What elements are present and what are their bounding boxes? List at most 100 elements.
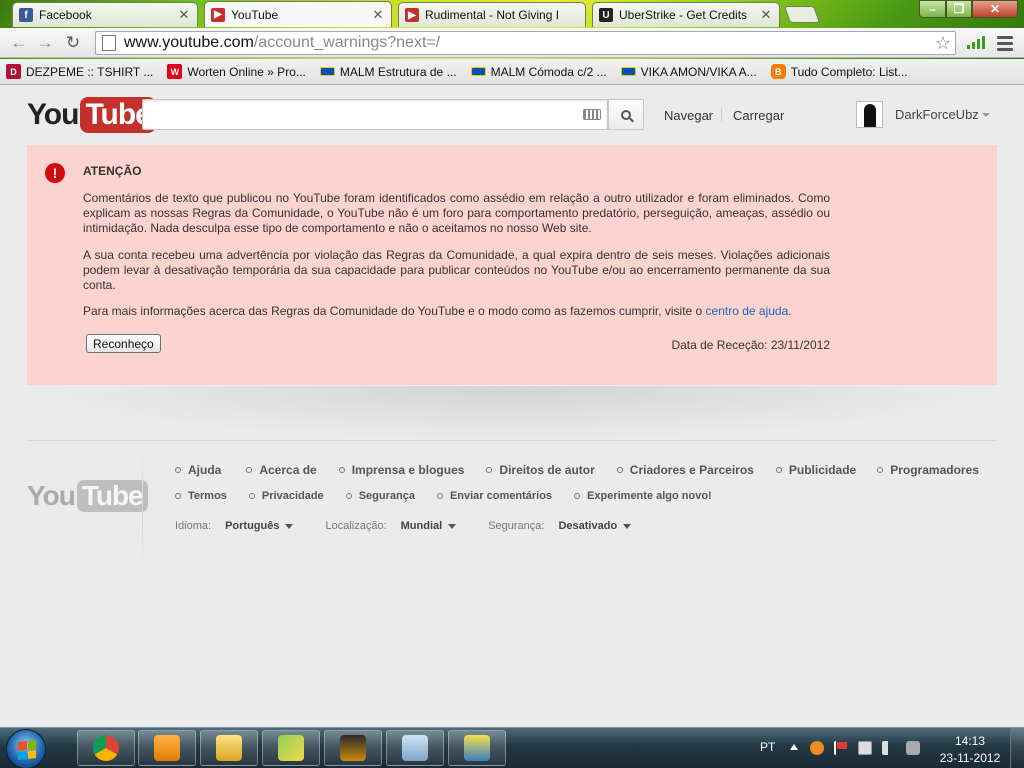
bookmark-malm-comoda[interactable]: MALM Cómoda c/2 ... bbox=[470, 65, 607, 79]
tab-uberstrike[interactable]: U UberStrike - Get Credits ✕ bbox=[592, 2, 780, 27]
device-icon[interactable] bbox=[906, 741, 920, 755]
nav-upload[interactable]: Carregar bbox=[733, 108, 784, 123]
browser-toolbar: ← → ↻ www.youtube.com/account_warnings?n… bbox=[0, 28, 1024, 58]
chevron-down-icon[interactable] bbox=[285, 523, 294, 529]
help-center-link[interactable]: centro de ajuda bbox=[706, 304, 789, 318]
tab-youtube[interactable]: ▶ YouTube ✕ bbox=[204, 1, 392, 27]
chrome-icon bbox=[93, 735, 119, 761]
facebook-icon: f bbox=[19, 8, 33, 22]
warning-paragraph-1: Comentários de texto que publicou no You… bbox=[83, 191, 830, 235]
footer-link-privacy[interactable]: Privacidade bbox=[249, 490, 324, 502]
minimize-icon[interactable]: – bbox=[919, 0, 946, 18]
dezpeme-icon: D bbox=[6, 64, 21, 79]
menu-icon[interactable] bbox=[997, 36, 1013, 54]
taskbar-windows-explorer[interactable] bbox=[262, 730, 320, 766]
taskbar-media-player[interactable] bbox=[138, 730, 196, 766]
warning-paragraph-3: Para mais informações acerca das Regras … bbox=[83, 304, 830, 319]
search-icon bbox=[621, 109, 631, 120]
tab-rudimental[interactable]: ▶ Rudimental - Not Giving I bbox=[398, 2, 586, 27]
taskbar-game[interactable] bbox=[324, 730, 382, 766]
reload-icon[interactable]: ↻ bbox=[62, 33, 84, 53]
avast-icon[interactable] bbox=[810, 741, 824, 755]
windows-taskbar: PT 14:13 23-11-2012 bbox=[0, 727, 1024, 768]
footer-link-try-new[interactable]: Experimente algo novo! bbox=[574, 490, 712, 502]
nav-browse[interactable]: Navegar bbox=[664, 108, 713, 123]
logo-you: You bbox=[27, 98, 79, 131]
volume-icon[interactable] bbox=[882, 741, 896, 755]
chevron-down-icon[interactable] bbox=[448, 523, 457, 529]
window-controls: – ❐ ✕ bbox=[919, 0, 1018, 18]
bookmarks-bar: D DEZPEME :: TSHIRT ... W Worten Online » … bbox=[0, 59, 1024, 85]
bookmark-label: DEZPEME :: TSHIRT ... bbox=[26, 64, 154, 79]
close-icon[interactable]: ✕ bbox=[177, 7, 191, 23]
footer-youtube-logo[interactable]: You Tube bbox=[27, 479, 148, 513]
youtube-logo[interactable]: You Tube bbox=[27, 96, 156, 134]
safety-picker[interactable]: Desativado bbox=[558, 520, 617, 532]
clock-time[interactable]: 14:13 bbox=[942, 734, 998, 748]
youtube-icon: ▶ bbox=[211, 7, 225, 22]
keyboard-icon[interactable] bbox=[583, 109, 601, 120]
warning-paragraph-2: A sua conta recebeu uma advertência por … bbox=[83, 248, 830, 292]
bookmark-dezpeme[interactable]: D DEZPEME :: TSHIRT ... bbox=[6, 64, 153, 79]
username[interactable]: DarkForceUbz bbox=[895, 107, 979, 122]
footer-link-safety[interactable]: Segurança bbox=[346, 490, 415, 502]
new-tab-button[interactable] bbox=[783, 6, 821, 23]
bookmark-tudo-completo[interactable]: B Tudo Completo: List... bbox=[770, 64, 908, 79]
taskbar-network-tool[interactable] bbox=[448, 730, 506, 766]
blogger-icon: B bbox=[770, 64, 786, 79]
footer-link-creators[interactable]: Criadores e Parceiros bbox=[617, 463, 754, 477]
avatar[interactable] bbox=[856, 101, 883, 128]
footer-link-about[interactable]: Acerca de bbox=[246, 463, 316, 477]
windows-logo-icon bbox=[18, 740, 36, 760]
close-window-icon[interactable]: ✕ bbox=[972, 0, 1018, 18]
ikea-icon bbox=[319, 67, 335, 76]
footer-link-help[interactable]: Ajuda bbox=[175, 463, 221, 477]
footer-link-advertising[interactable]: Publicidade bbox=[776, 463, 856, 477]
chevron-down-icon[interactable] bbox=[623, 523, 632, 529]
language-indicator[interactable]: PT bbox=[760, 740, 775, 754]
close-icon[interactable]: ✕ bbox=[371, 7, 385, 23]
search-button[interactable] bbox=[608, 99, 644, 130]
action-center-flag-icon[interactable] bbox=[834, 741, 848, 755]
footer-link-feedback[interactable]: Enviar comentários bbox=[437, 490, 552, 502]
star-icon[interactable]: ☆ bbox=[935, 33, 951, 54]
address-bar[interactable]: www.youtube.com/account_warnings?next=/ … bbox=[95, 31, 956, 55]
bookmark-worten[interactable]: W Worten Online » Pro... bbox=[167, 64, 306, 79]
signal-icon[interactable] bbox=[967, 36, 985, 49]
chevron-down-icon[interactable] bbox=[982, 113, 990, 117]
worten-icon: W bbox=[167, 64, 183, 79]
search-input[interactable] bbox=[142, 99, 608, 130]
taskbar-chrome[interactable] bbox=[77, 730, 135, 766]
close-icon[interactable]: ✕ bbox=[759, 7, 773, 23]
forward-icon[interactable]: → bbox=[34, 33, 56, 53]
tab-facebook[interactable]: f Facebook ✕ bbox=[12, 2, 198, 27]
back-icon[interactable]: ← bbox=[8, 33, 30, 53]
tab-title: UberStrike - Get Credits bbox=[619, 8, 748, 22]
bookmark-label: Tudo Completo: List... bbox=[790, 64, 908, 79]
url-path: /account_warnings?next=/ bbox=[253, 34, 441, 51]
warning-paragraph-3-text: Para mais informações acerca das Regras … bbox=[83, 304, 706, 318]
location-label: Localização: bbox=[325, 520, 387, 532]
footer-link-developers[interactable]: Programadores bbox=[877, 463, 979, 477]
language-picker[interactable]: Português bbox=[225, 520, 279, 532]
taskbar-explorer[interactable] bbox=[200, 730, 258, 766]
start-button[interactable] bbox=[6, 729, 46, 768]
ikea-icon bbox=[620, 67, 636, 76]
taskbar-calculator[interactable] bbox=[386, 730, 444, 766]
location-picker[interactable]: Mundial bbox=[401, 520, 443, 532]
browser-frame: f Facebook ✕ ▶ YouTube ✕ ▶ Rudimental - … bbox=[0, 0, 1024, 85]
footer-link-copyright[interactable]: Direitos de autor bbox=[486, 463, 594, 477]
footer-link-press[interactable]: Imprensa e blogues bbox=[339, 463, 465, 477]
clock-date[interactable]: 23-11-2012 bbox=[935, 751, 1005, 765]
bookmark-malm-estrutura[interactable]: MALM Estrutura de ... bbox=[319, 65, 457, 79]
maximize-icon[interactable]: ❐ bbox=[946, 0, 972, 18]
network-tool-icon bbox=[464, 735, 490, 761]
footer-link-terms[interactable]: Termos bbox=[175, 490, 227, 502]
logo-you: You bbox=[27, 480, 76, 511]
warning-paragraph-3-end: . bbox=[788, 304, 792, 318]
network-icon[interactable] bbox=[858, 741, 872, 755]
chevron-up-icon[interactable] bbox=[790, 744, 798, 750]
acknowledge-button[interactable]: Reconheço bbox=[86, 334, 161, 353]
show-desktop-button[interactable] bbox=[1010, 728, 1024, 768]
bookmark-vika-amon[interactable]: VIKA AMON/VIKA A... bbox=[620, 65, 757, 79]
